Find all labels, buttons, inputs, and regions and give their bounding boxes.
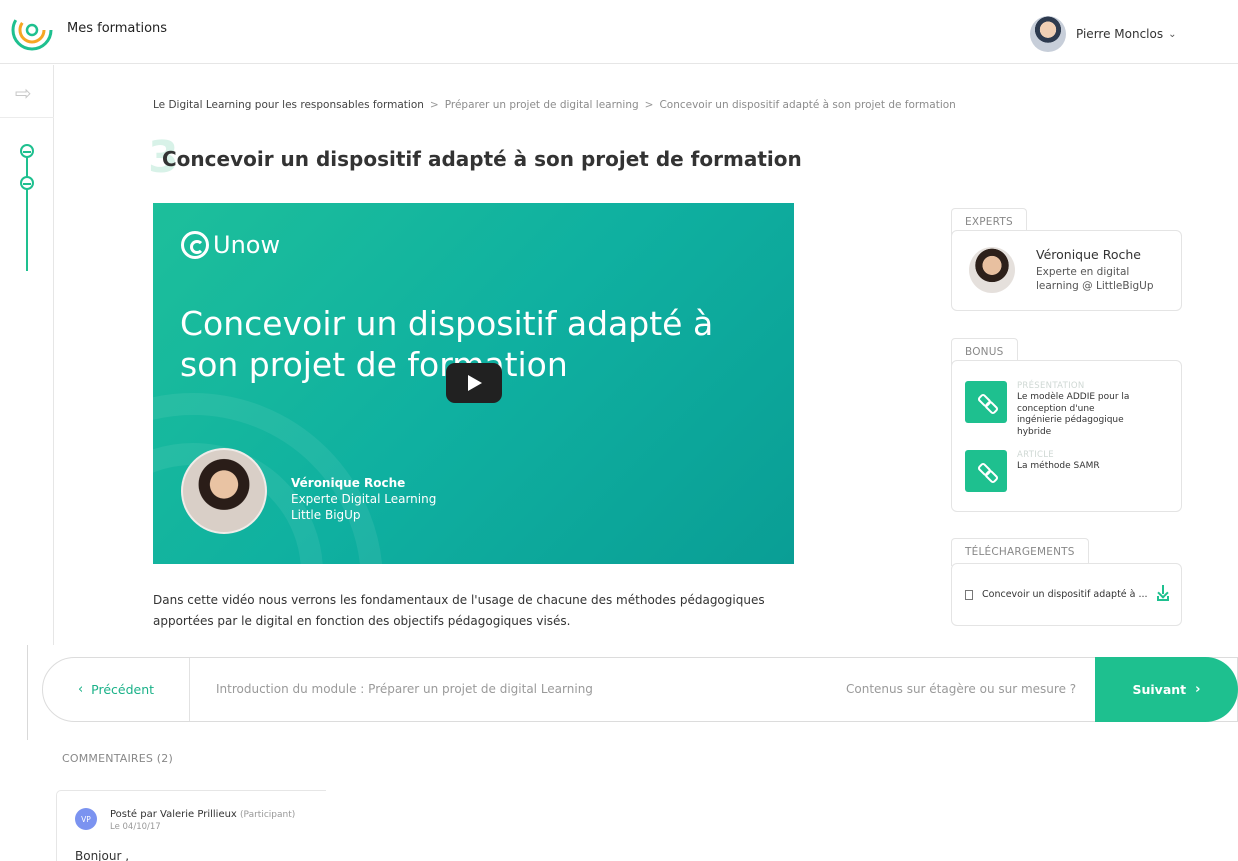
link-icon <box>965 381 1007 423</box>
breadcrumb-item[interactable]: Préparer un projet de digital learning <box>445 99 639 111</box>
bonus-item[interactable]: PRÉSENTATION Le modèle ADDIE pour la con… <box>965 381 1142 439</box>
download-tray <box>1157 596 1169 601</box>
lesson-navigation: ‹ Précédent Introduction du module : Pré… <box>42 657 1238 722</box>
top-header: Mes formations Pierre Monclos ⌄ <box>0 0 1238 64</box>
user-name: Pierre Monclos <box>1076 27 1164 41</box>
comment-author: Posté par Valerie Prillieux (Participant… <box>110 809 295 820</box>
expert-name[interactable]: Véronique Roche <box>1036 247 1141 262</box>
video-brand-name: Unow <box>213 231 281 259</box>
next-label: Suivant <box>1132 682 1187 697</box>
comment-author-name: Posté par Valerie Prillieux <box>110 809 237 820</box>
speaker-role: Experte Digital Learning <box>291 492 437 507</box>
progress-track <box>26 151 28 271</box>
unow-logo-icon <box>181 231 209 259</box>
experts-panel: Véronique Roche Experte en digital learn… <box>951 230 1182 311</box>
video-brand: Unow <box>181 231 280 259</box>
bonus-type: PRÉSENTATION <box>1017 381 1085 391</box>
app-logo-icon[interactable] <box>10 8 54 52</box>
bonus-item[interactable]: ARTICLE La méthode SAMR <box>965 450 1142 492</box>
play-button[interactable] <box>446 363 502 403</box>
comment-card: VP Posté par Valerie Prillieux (Particip… <box>56 790 326 861</box>
bonus-title: La méthode SAMR <box>1017 461 1100 472</box>
bonus-title: Le modèle ADDIE pour la conception d'une… <box>1017 392 1130 438</box>
breadcrumb: Le Digital Learning pour les responsable… <box>153 99 956 111</box>
downloads-panel: Concevoir un dispositif adapté à ... <box>951 563 1182 626</box>
user-menu[interactable]: Pierre Monclos ⌄ <box>1030 16 1177 52</box>
user-avatar <box>1030 16 1066 52</box>
next-lesson-title[interactable]: Contenus sur étagère ou sur mesure ? <box>846 682 1076 696</box>
bonus-text: ARTICLE La méthode SAMR <box>1017 450 1142 492</box>
breadcrumb-item: Concevoir un dispositif adapté à son pro… <box>659 99 956 111</box>
expert-role: Experte en digital learning @ LittleBigU… <box>1036 266 1154 292</box>
next-button[interactable]: Suivant › <box>1095 657 1238 722</box>
sidebar-line <box>27 645 28 740</box>
comment-body: Bonjour , <box>75 849 130 861</box>
bonus-panel: PRÉSENTATION Le modèle ADDIE pour la con… <box>951 360 1182 512</box>
chevron-down-icon: ⌄ <box>1168 28 1177 40</box>
progress-node-icon[interactable] <box>20 144 34 158</box>
previous-lesson-title[interactable]: Introduction du module : Préparer un pro… <box>216 682 593 696</box>
chevron-left-icon: ‹ <box>77 682 84 697</box>
sidebar-divider <box>0 117 54 118</box>
speaker-company: Little BigUp <box>291 508 361 523</box>
bonus-text: PRÉSENTATION Le modèle ADDIE pour la con… <box>1017 381 1142 439</box>
progress-node-icon[interactable] <box>20 176 34 190</box>
expert-avatar <box>969 247 1015 293</box>
breadcrumb-separator-icon: > <box>429 99 439 111</box>
lesson-description: Dans cette vidéo nous verrons les fondam… <box>153 593 765 628</box>
breadcrumb-separator-icon: > <box>644 99 654 111</box>
comment-author-role: (Participant) <box>240 810 296 820</box>
speaker-photo <box>181 448 267 534</box>
download-icon[interactable] <box>1155 584 1171 602</box>
comments-heading: COMMENTAIRES (2) <box>62 752 173 765</box>
speaker-info: Véronique Roche Experte Digital Learning… <box>291 475 436 524</box>
download-file-label[interactable]: Concevoir un dispositif adapté à ... <box>982 589 1148 600</box>
comment-date: Le 04/10/17 <box>110 822 161 832</box>
bonus-type: ARTICLE <box>1017 450 1054 460</box>
app-title[interactable]: Mes formations <box>67 21 167 36</box>
file-icon <box>965 590 973 600</box>
previous-label: Précédent <box>91 682 155 697</box>
expand-arrow-icon[interactable]: ⇨ <box>15 81 32 105</box>
page-title: Concevoir un dispositif adapté à son pro… <box>162 147 802 171</box>
speaker-name: Véronique Roche <box>291 476 406 490</box>
commenter-avatar: VP <box>75 808 97 830</box>
breadcrumb-item[interactable]: Le Digital Learning pour les responsable… <box>153 99 424 111</box>
chevron-right-icon: › <box>1195 682 1201 697</box>
tab-downloads: TÉLÉCHARGEMENTS <box>951 538 1089 566</box>
video-player[interactable]: Unow Concevoir un dispositif adapté à so… <box>153 203 794 564</box>
sidebar: ⇨ <box>0 65 54 645</box>
link-icon <box>965 450 1007 492</box>
previous-button[interactable]: ‹ Précédent <box>43 658 190 721</box>
